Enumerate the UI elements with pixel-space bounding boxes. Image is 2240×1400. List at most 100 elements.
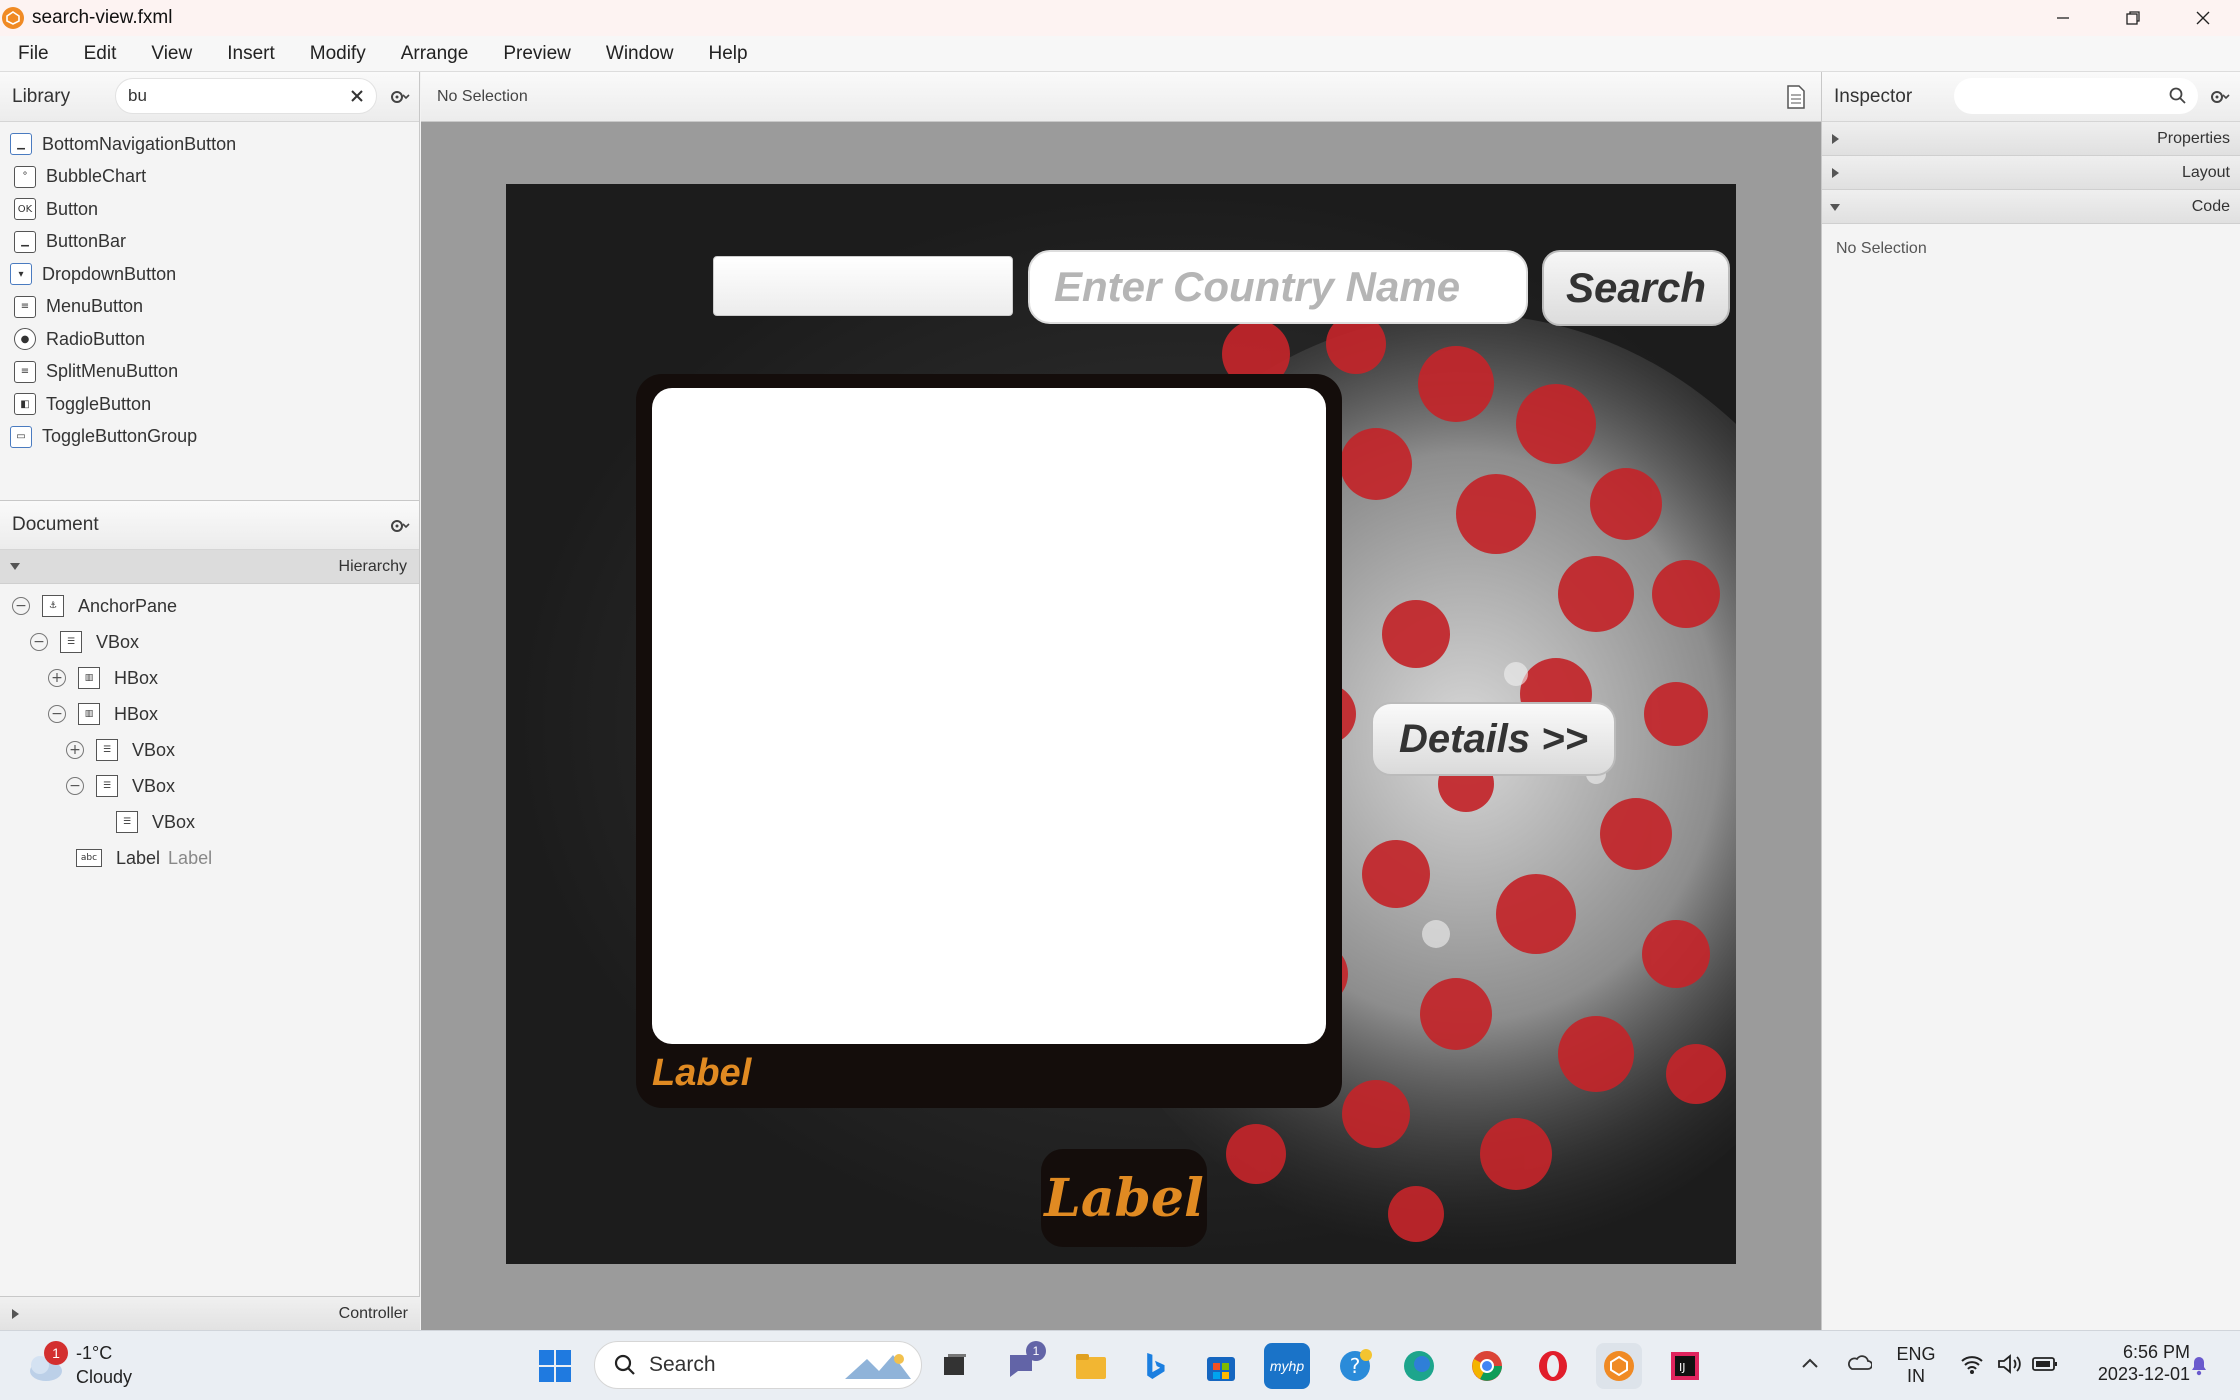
library-item-bottomnavigationbutton[interactable]: ▁ BottomNavigationButton xyxy=(0,128,419,161)
collapse-icon[interactable]: − xyxy=(66,777,84,795)
inspector-gear-icon[interactable] xyxy=(2208,86,2230,108)
chevron-up-icon[interactable] xyxy=(1800,1355,1820,1371)
layout-section[interactable]: Layout xyxy=(1822,156,2240,190)
svg-text:?: ? xyxy=(1350,1354,1361,1378)
windows-start-icon[interactable] xyxy=(532,1343,578,1389)
menu-insert[interactable]: Insert xyxy=(223,41,279,67)
vbox-icon: ☰ xyxy=(96,739,118,761)
file-explorer-icon[interactable] xyxy=(1068,1343,1114,1389)
restore-button[interactable] xyxy=(2100,0,2166,36)
tree-node-vbox[interactable]: − ☰ VBox xyxy=(0,768,419,804)
hierarchy-section[interactable]: Hierarchy xyxy=(0,550,419,584)
scene-builder-taskbar-icon[interactable] xyxy=(1596,1343,1642,1389)
title-bar: search-view.fxml xyxy=(0,0,2240,36)
country-name-input[interactable]: Enter Country Name xyxy=(1028,250,1528,324)
teams-chat-icon[interactable]: 1 xyxy=(1000,1341,1046,1389)
design-stage[interactable]: Enter Country Name Search Label Details … xyxy=(506,184,1736,1264)
menu-bar: File Edit View Insert Modify Arrange Pre… xyxy=(0,36,2240,72)
library-item-button[interactable]: OK Button xyxy=(0,193,419,226)
library-item-togglebutton[interactable]: ◧ ToggleButton xyxy=(0,388,419,421)
collapse-icon[interactable]: − xyxy=(12,597,30,615)
hbox-icon: ▥ xyxy=(78,703,100,725)
expand-icon[interactable]: + xyxy=(66,741,84,759)
weather-badge: 1 xyxy=(44,1341,68,1365)
minimize-button[interactable] xyxy=(2030,0,2096,36)
library-item-togglebuttongroup[interactable]: ▭ ToggleButtonGroup xyxy=(0,421,419,454)
content-panel: No Selection Enter Country Name Search L… xyxy=(421,72,1821,1330)
search-text-field[interactable] xyxy=(713,256,1013,316)
menu-preview[interactable]: Preview xyxy=(499,41,575,67)
collapse-icon[interactable]: − xyxy=(48,705,66,723)
intellij-icon[interactable]: IJ xyxy=(1662,1343,1708,1389)
library-gear-icon[interactable] xyxy=(388,86,410,108)
tree-node-vbox[interactable]: − ☰ VBox xyxy=(0,624,419,660)
library-search-input[interactable]: bu xyxy=(115,78,377,114)
weather-condition: Cloudy xyxy=(76,1367,133,1387)
bing-icon[interactable] xyxy=(1132,1343,1178,1389)
menu-modify[interactable]: Modify xyxy=(306,41,370,67)
inspector-header: Inspector xyxy=(1822,72,2240,122)
library-item-menubutton[interactable]: ≡ MenuButton xyxy=(0,291,419,324)
result-image-area xyxy=(652,388,1326,1044)
tree-node-anchorpane[interactable]: − ⚓ AnchorPane xyxy=(0,588,419,624)
menu-view[interactable]: View xyxy=(147,41,196,67)
card-label: Label xyxy=(652,1052,752,1094)
controller-label: Controller xyxy=(338,1304,408,1322)
left-panel: Library bu ▁ BottomNavigationButton ° Bubb… xyxy=(0,72,420,1330)
library-item-buttonbar[interactable]: ▁ ButtonBar xyxy=(0,226,419,259)
language-indicator[interactable]: ENG IN xyxy=(1896,1343,1936,1387)
library-item-radiobutton[interactable]: ● RadioButton xyxy=(0,323,419,356)
expand-icon[interactable]: + xyxy=(48,669,66,687)
controller-section[interactable]: Controller xyxy=(0,1296,420,1330)
clock[interactable]: 6:56 PM 2023-12-01 xyxy=(2070,1341,2190,1385)
task-view-icon[interactable] xyxy=(932,1343,978,1389)
document-icon[interactable] xyxy=(1785,84,1807,110)
menu-file[interactable]: File xyxy=(14,41,53,67)
microsoft-store-icon[interactable] xyxy=(1198,1343,1244,1389)
scene-builder-app-icon xyxy=(2,7,24,29)
details-button[interactable]: Details >> xyxy=(1371,702,1616,776)
onedrive-cloud-icon[interactable] xyxy=(1846,1353,1872,1373)
document-gear-icon[interactable] xyxy=(388,515,410,537)
chrome-icon[interactable] xyxy=(1464,1343,1510,1389)
search-highlight-icon xyxy=(845,1354,911,1379)
window-title: search-view.fxml xyxy=(32,7,173,28)
collapse-icon[interactable]: − xyxy=(30,633,48,651)
menu-arrange[interactable]: Arrange xyxy=(397,41,473,67)
library-item-dropdownbutton[interactable]: ▾ DropdownButton xyxy=(0,258,419,291)
search-button[interactable]: Search xyxy=(1542,250,1730,326)
expand-triangle-icon xyxy=(1832,134,1839,144)
code-section[interactable]: Code xyxy=(1822,190,2240,224)
tree-node-label[interactable]: abc Label Label xyxy=(0,840,419,876)
tree-node-vbox[interactable]: ☰ VBox xyxy=(0,804,419,840)
battery-icon[interactable] xyxy=(2032,1355,2058,1373)
close-button[interactable] xyxy=(2170,0,2236,36)
volume-icon[interactable] xyxy=(1996,1353,2022,1375)
library-item-bubblechart[interactable]: ° BubbleChart xyxy=(0,161,419,194)
button-bar-icon: ▁ xyxy=(14,230,36,253)
help-icon[interactable]: ? xyxy=(1332,1343,1378,1389)
properties-section[interactable]: Properties xyxy=(1822,122,2240,156)
tree-node-hbox[interactable]: + ▥ HBox xyxy=(0,660,419,696)
edge-browser-icon[interactable] xyxy=(1396,1343,1442,1389)
library-search-value: bu xyxy=(128,86,147,105)
opera-icon[interactable] xyxy=(1530,1343,1576,1389)
library-item-splitmenubutton[interactable]: ≡ SplitMenuButton xyxy=(0,356,419,389)
weather-widget[interactable]: 1 -1°C Cloudy xyxy=(24,1341,184,1391)
menu-edit[interactable]: Edit xyxy=(80,41,121,67)
hierarchy-label: Hierarchy xyxy=(338,557,407,575)
ok-button-icon: OK xyxy=(14,198,36,221)
library-title: Library xyxy=(12,85,71,107)
inspector-search-input[interactable] xyxy=(1954,78,2198,114)
tree-node-hbox[interactable]: − ▥ HBox xyxy=(0,696,419,732)
search-icon xyxy=(2169,87,2186,104)
menu-help[interactable]: Help xyxy=(704,41,751,67)
bottom-label: Label xyxy=(1041,1149,1207,1247)
wifi-icon[interactable] xyxy=(1960,1353,1984,1375)
myhp-icon[interactable]: myhp xyxy=(1264,1343,1310,1389)
menu-window[interactable]: Window xyxy=(602,41,678,67)
notification-bell-icon[interactable] xyxy=(2188,1353,2210,1377)
clear-search-icon[interactable] xyxy=(346,85,368,107)
tree-node-vbox[interactable]: + ☰ VBox xyxy=(0,732,419,768)
taskbar-search[interactable]: Search xyxy=(594,1341,922,1389)
